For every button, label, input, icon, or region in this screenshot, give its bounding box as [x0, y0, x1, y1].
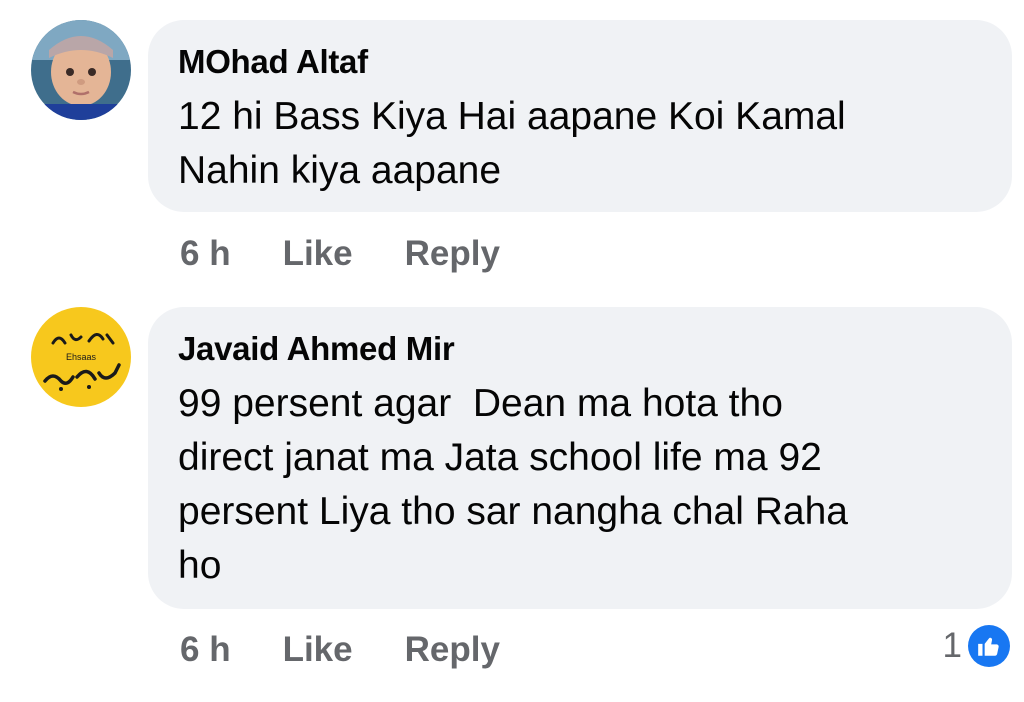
- comment-text: 99 persent agar Dean ma hota tho direct …: [178, 382, 848, 587]
- thumbs-up-icon: [968, 625, 1010, 667]
- reaction-count: 1: [942, 626, 962, 665]
- avatar-javaid-ahmed-mir[interactable]: Ehsaas: [31, 307, 131, 407]
- urdu-calligraphy-avatar-icon: Ehsaas: [31, 307, 131, 407]
- like-button[interactable]: Like: [283, 630, 353, 670]
- reaction-summary[interactable]: 1: [943, 625, 1010, 667]
- comment-timestamp[interactable]: 6 h: [180, 630, 231, 670]
- svg-text:Ehsaas: Ehsaas: [66, 352, 97, 362]
- comment-author[interactable]: Javaid Ahmed Mir: [178, 329, 982, 369]
- comment-actions: 6 h Like Reply: [180, 628, 552, 672]
- comment-bubble: Javaid Ahmed Mir 99 persent agar Dean ma…: [148, 307, 1012, 609]
- comment-2: Ehsaas Javaid Ahmed Mir 99 persent agar …: [0, 0, 1024, 702]
- reply-button[interactable]: Reply: [405, 630, 500, 670]
